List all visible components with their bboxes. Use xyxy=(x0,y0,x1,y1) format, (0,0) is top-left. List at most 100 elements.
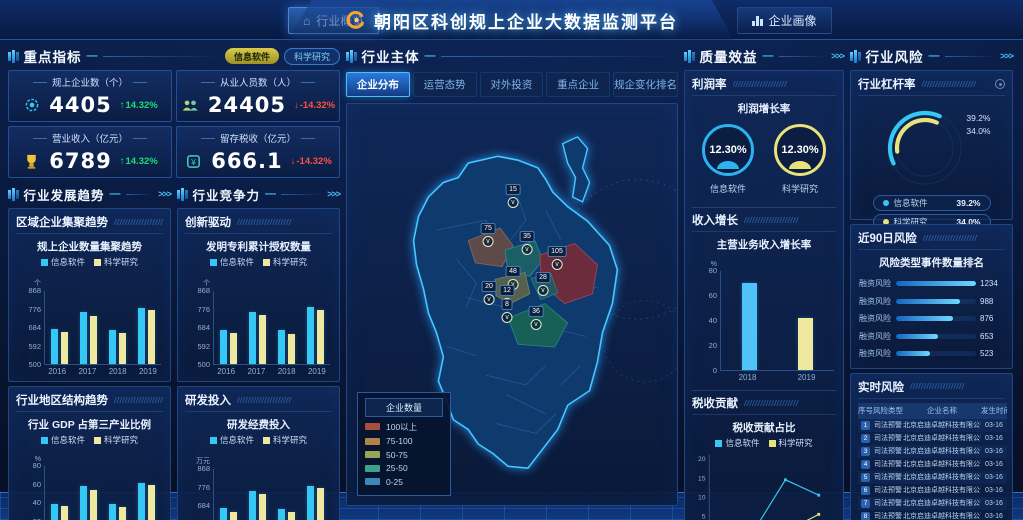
tab-operations[interactable]: 运营态势 xyxy=(413,72,477,97)
bar-group xyxy=(80,486,97,520)
table-row[interactable]: 8司法预警北京启迪卓越科技有限公司03-16 xyxy=(858,510,1007,520)
bar xyxy=(230,333,237,364)
cell-risk-type: 司法预警 xyxy=(873,471,903,484)
trophy-icon xyxy=(22,153,41,170)
marker-count: 35 xyxy=(520,231,535,242)
info-icon[interactable] xyxy=(995,79,1005,89)
table-row[interactable]: 1司法预警北京启迪卓越科技有限公司03-16 xyxy=(858,419,1007,432)
dash-decor: — xyxy=(265,188,276,200)
map-marker[interactable]: 35∨ xyxy=(520,225,535,255)
hbar-fill xyxy=(896,351,930,356)
map-marker[interactable]: 105∨ xyxy=(548,240,567,270)
x-label: 2018 xyxy=(278,367,296,376)
cell-company: 北京启迪卓越科技有限公司 xyxy=(903,458,981,471)
section-title: 行业主体 xyxy=(362,46,420,66)
panel-title: 研发投入 xyxy=(185,392,231,408)
slashes-decor: //////////////////// xyxy=(237,396,332,405)
cell-company: 北京启迪卓越科技有限公司 xyxy=(903,432,981,445)
tag-science-research[interactable]: 科学研究 xyxy=(284,48,340,65)
grouped-bar-chart-aggregation: 规上企业数量集聚趋势信息软件科学研究个868776684592500201620… xyxy=(16,236,163,376)
stat-card-tax: 留存税收（亿元） ¥ 666.1 -14.32% xyxy=(176,126,340,178)
bar xyxy=(80,312,87,364)
map-marker[interactable]: 15∨ xyxy=(506,178,521,208)
stat-label-row: 留存税收（亿元） xyxy=(177,131,339,145)
hbar-row: 融资风险523 xyxy=(858,345,1005,363)
bar-group xyxy=(80,312,97,364)
bar xyxy=(278,330,285,364)
map-legend-row: 50-75 xyxy=(365,450,443,460)
legend-item: 科学研究 xyxy=(94,434,138,446)
nav-enterprise-profile[interactable]: 企业画像 xyxy=(737,7,832,34)
cell-time: 03-16 xyxy=(981,432,1007,445)
svg-text:20: 20 xyxy=(698,456,706,463)
x-label: 2017 xyxy=(78,367,96,376)
slashes-decor: //////////////////// xyxy=(237,218,332,227)
stat-body: 4405 14.32% xyxy=(9,89,171,121)
grouped-bar-chart-gdp: 行业 GDP 占第三产业比例信息软件科学研究%80604020020162017… xyxy=(16,414,163,520)
gauge-row: 12.30%信息软件12.30%科学研究 xyxy=(692,124,836,195)
column-risk: 行业风险 — >>> 行业杠杆率//////////////////// 39.… xyxy=(850,46,1013,506)
slashes-decor: //////////////////// xyxy=(923,234,1005,243)
table-row[interactable]: 3司法预警北京启迪卓越科技有限公司03-16 xyxy=(858,445,1007,458)
y-ticks: 806040200 xyxy=(18,466,44,520)
tab-bar: 企业分布 运营态势 对外投资 重点企业 规企变化排名 xyxy=(346,72,678,97)
x-label: 2019 xyxy=(798,373,816,382)
index-badge: 4 xyxy=(861,460,870,469)
legend-item: 信息软件 xyxy=(210,434,254,446)
table-row[interactable]: 6司法预警北京启迪卓越科技有限公司03-16 xyxy=(858,484,1007,497)
realtime-table: 序号风险类型企业名称发生时间1司法预警北京启迪卓越科技有限公司03-162司法预… xyxy=(858,403,1007,520)
divider xyxy=(281,194,322,195)
legend-item: 科学研究 xyxy=(263,256,307,268)
tab-enterprise-distribution[interactable]: 企业分布 xyxy=(346,72,410,97)
table-row[interactable]: 5司法预警北京启迪卓越科技有限公司03-16 xyxy=(858,471,1007,484)
hbar-label: 融资风险 xyxy=(859,278,892,289)
trend-arrow-icon xyxy=(120,100,125,111)
map-marker[interactable]: 8∨ xyxy=(502,293,513,323)
tag-info-software[interactable]: 信息软件 xyxy=(225,48,279,64)
stat-delta: -14.32% xyxy=(294,100,335,111)
cell-risk-type: 司法预警 xyxy=(873,510,903,520)
map-marker[interactable]: 28∨ xyxy=(536,266,551,296)
grouped-bar-chart-patents: 发明专利累计授权数量信息软件科学研究个868776684592500201620… xyxy=(185,236,332,376)
section-header-industry-body: 行业主体 — xyxy=(346,46,678,66)
cell-risk-type: 司法预警 xyxy=(873,458,903,471)
expand-icon[interactable]: >>> xyxy=(158,189,171,199)
bar xyxy=(80,486,87,520)
trend-columns: 行业发展趋势 — >>> 区域企业集聚趋势///////////////////… xyxy=(8,184,340,506)
expand-icon[interactable]: >>> xyxy=(1000,51,1013,61)
svg-text:¥: ¥ xyxy=(190,156,196,166)
trend-arrow-icon xyxy=(294,100,299,111)
legend-swatch xyxy=(365,438,380,445)
bar xyxy=(230,512,237,520)
table-row[interactable]: 2司法预警北京启迪卓越科技有限公司03-16 xyxy=(858,432,1007,445)
stat-body: ¥ 666.1 -14.32% xyxy=(177,145,339,177)
cell-company: 北京启迪卓越科技有限公司 xyxy=(903,471,981,484)
panel-quality: 利润率//////////////////// 利润增长率12.30%信息软件1… xyxy=(684,70,844,520)
arc-value: 34.0% xyxy=(966,125,990,138)
table-row[interactable]: 4司法预警北京启迪卓越科技有限公司03-16 xyxy=(858,458,1007,471)
section-title: 质量效益 xyxy=(700,46,758,66)
map-marker[interactable]: 36∨ xyxy=(529,300,544,330)
table-row[interactable]: 7司法预警北京启迪卓越科技有限公司03-16 xyxy=(858,497,1007,510)
column-header: 风险类型 xyxy=(873,403,903,419)
legend-swatch xyxy=(365,451,380,458)
map-marker[interactable]: 75∨ xyxy=(481,217,496,247)
bar xyxy=(109,330,116,364)
panel-sub-header: 研发投入 //////////////////// xyxy=(185,392,332,412)
expand-icon[interactable]: >>> xyxy=(327,189,340,199)
bar-group xyxy=(51,329,68,364)
tab-key-enterprises[interactable]: 重点企业 xyxy=(546,72,610,97)
bar-group xyxy=(109,330,126,364)
tab-change-ranking[interactable]: 规企变化排名 xyxy=(613,72,678,97)
tab-outbound-investment[interactable]: 对外投资 xyxy=(480,72,544,97)
y-axis: 个868776684592500 xyxy=(18,278,44,365)
bar-group xyxy=(249,491,266,520)
profit-gauge-chart: 利润增长率12.30%信息软件12.30%科学研究 xyxy=(692,98,836,195)
x-label: 2019 xyxy=(308,367,326,376)
expand-icon[interactable]: >>> xyxy=(831,51,844,61)
panel-region-aggregation: 区域企业集聚趋势//////////////////// 规上企业数量集聚趋势信… xyxy=(8,208,171,382)
legend-item: 信息软件 xyxy=(210,256,254,268)
legend-item: 科学研究 xyxy=(263,434,307,446)
map-marker[interactable]: 20∨ xyxy=(482,275,497,305)
index-badge: 8 xyxy=(861,512,870,520)
